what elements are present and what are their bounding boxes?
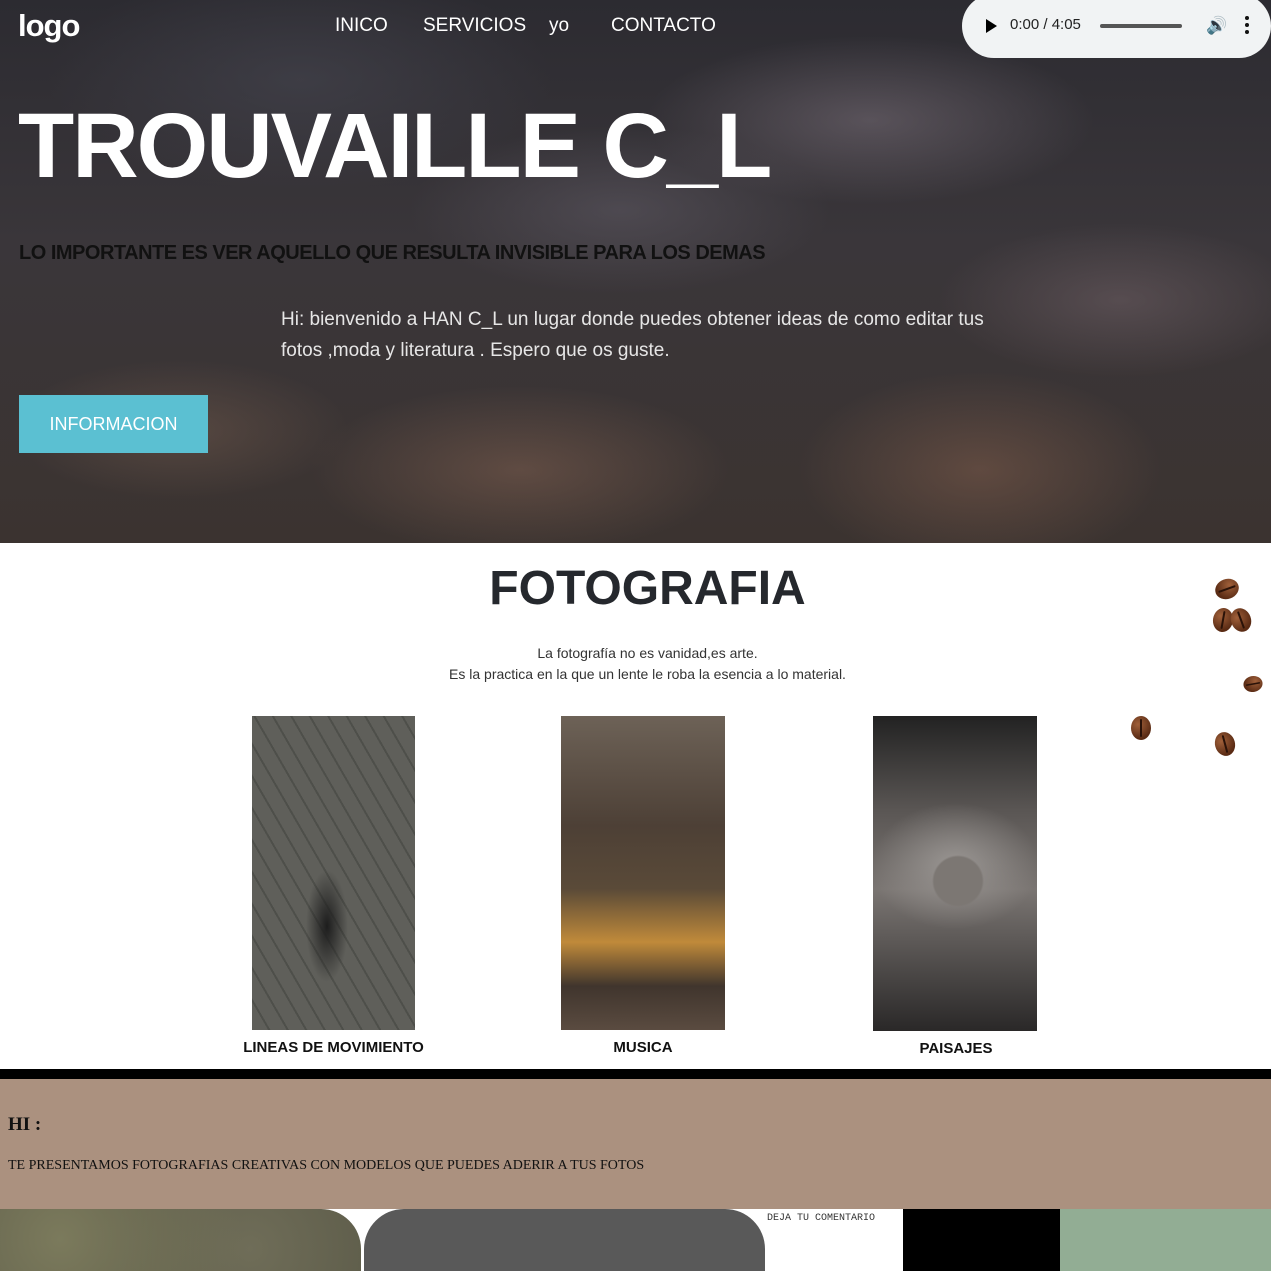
quote-line: Es la practica en la que un lente le rob… bbox=[449, 666, 846, 682]
coffee-bean-icon bbox=[1212, 729, 1238, 759]
nav-inicio[interactable]: INICO bbox=[335, 15, 388, 37]
audio-time: 0:00 / 4:05 bbox=[1010, 16, 1081, 33]
nav-yo[interactable]: yo bbox=[549, 15, 569, 37]
volume-icon[interactable]: 🔊 bbox=[1206, 16, 1227, 36]
section-divider bbox=[0, 1069, 1271, 1079]
play-icon[interactable] bbox=[986, 19, 997, 33]
gallery-image-gray[interactable] bbox=[364, 1209, 765, 1271]
gallery-image-pavement[interactable] bbox=[0, 1209, 361, 1271]
hi-heading: HI : bbox=[8, 1114, 42, 1135]
hi-section: HI : TE PRESENTAMOS FOTOGRAFIAS CREATIVA… bbox=[0, 1079, 1271, 1209]
quote-line: La fotografía no es vanidad,es arte. bbox=[537, 645, 758, 661]
fotografia-quote: La fotografía no es vanidad,es arte. Es … bbox=[0, 643, 1271, 685]
photo-shadow-walk[interactable] bbox=[252, 716, 415, 1030]
more-options-icon[interactable] bbox=[1245, 16, 1249, 34]
photo-music-train[interactable] bbox=[561, 716, 725, 1030]
gallery-panel-green bbox=[1060, 1209, 1271, 1271]
hero-section: logo INICO SERVICIOS yo CONTACTO 0:00 / … bbox=[0, 0, 1271, 543]
card-caption: PAISAJES bbox=[919, 1040, 993, 1057]
card-caption: LINEAS DE MOVIMIENTO bbox=[243, 1039, 424, 1056]
photo-landscape-tower[interactable] bbox=[873, 716, 1037, 1031]
audio-progress-slider[interactable] bbox=[1100, 24, 1182, 28]
hero-title: TROUVAILLE C_L bbox=[18, 95, 772, 197]
fotografia-title: FOTOGRAFIA bbox=[489, 562, 806, 615]
logo[interactable]: logo bbox=[18, 8, 80, 44]
nav-contacto[interactable]: CONTACTO bbox=[611, 15, 716, 37]
nav-servicios[interactable]: SERVICIOS bbox=[423, 15, 526, 37]
hero-subtitle: LO IMPORTANTE ES VER AQUELLO QUE RESULTA… bbox=[19, 242, 766, 264]
comment-label: DEJA TU COMENTARIO bbox=[767, 1213, 876, 1224]
comment-box[interactable]: DEJA TU COMENTARIO bbox=[765, 1209, 903, 1271]
card-caption: MUSICA bbox=[613, 1039, 673, 1056]
hero-welcome-text: Hi: bienvenido a HAN C_L un lugar donde … bbox=[281, 309, 984, 361]
gallery-panel-black bbox=[903, 1209, 1060, 1271]
hi-text: TE PRESENTAMOS FOTOGRAFIAS CREATIVAS CON… bbox=[8, 1158, 645, 1173]
coffee-bean-icon bbox=[1131, 716, 1151, 740]
informacion-button[interactable]: INFORMACION bbox=[19, 395, 208, 453]
audio-player[interactable]: 0:00 / 4:05 🔊 bbox=[962, 0, 1271, 58]
